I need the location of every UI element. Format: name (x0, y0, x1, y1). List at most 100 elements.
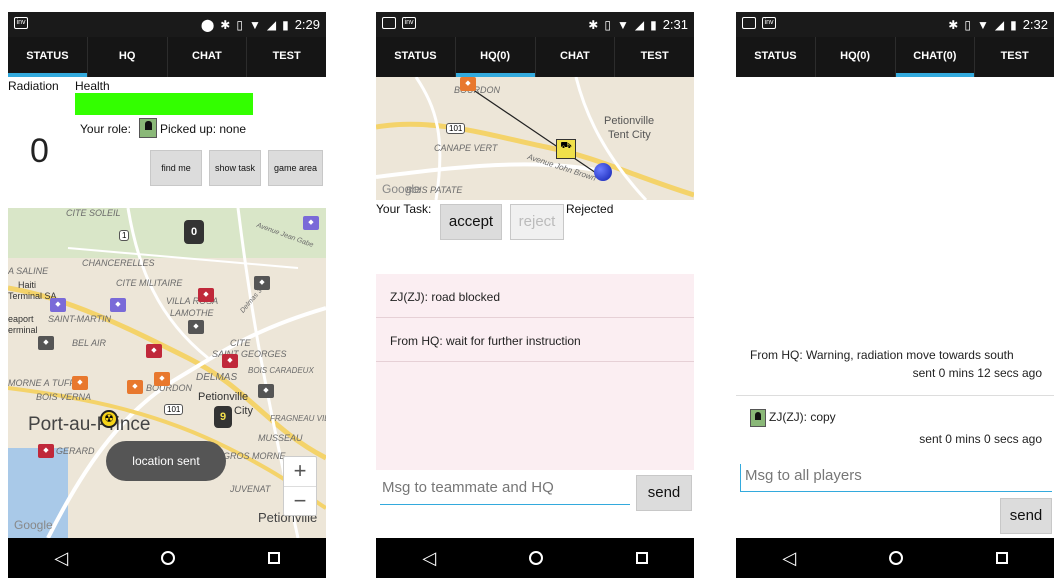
recents-icon[interactable] (995, 552, 1008, 564)
send-button[interactable]: send (636, 475, 692, 511)
tab-chat[interactable]: CHAT (168, 37, 248, 77)
find-me-button[interactable]: find me (150, 150, 202, 186)
tab-status[interactable]: STATUS (736, 37, 816, 77)
google-logo: Google (382, 182, 421, 196)
map-label: MORNE A TUFF (8, 378, 75, 388)
zoom-in-button[interactable]: + (284, 457, 316, 487)
status-screen: inv ⬤ ✱ ▯ ▼ ◢ ▮ 2:29 STATUS HQ CHAT TEST… (8, 12, 326, 578)
player-marker[interactable]: ◆ (38, 444, 54, 458)
signal-icon: ◢ (634, 17, 645, 32)
player-marker[interactable]: ◆ (72, 376, 88, 390)
toast-message: location sent (106, 441, 226, 481)
count-badge[interactable]: 9 (214, 406, 232, 428)
tab-bar: STATUS HQ(0) CHAT(0) TEST (736, 37, 1054, 77)
hq-map[interactable]: BOURDON Petionville Tent City CANAPE VER… (376, 77, 694, 200)
count-badge[interactable]: 0 (184, 220, 204, 244)
nav-bar: ◁ (8, 538, 326, 578)
route-shield: 101 (164, 404, 184, 415)
player-marker[interactable]: ◆ (303, 216, 319, 230)
player-marker[interactable]: ◆ (110, 298, 126, 312)
wifi-icon: ▼ (976, 17, 989, 32)
notification-icon: inv (14, 17, 28, 29)
task-label: Your Task: (376, 202, 432, 216)
map-label: MUSSEAU (258, 433, 303, 443)
map-label: SAINT-MARTIN (48, 314, 112, 324)
picked-up-label: Picked up: none (160, 122, 247, 136)
tab-test[interactable]: TEST (615, 37, 694, 77)
task-status: Rejected (566, 202, 614, 216)
player-marker[interactable]: ◆ (222, 354, 238, 368)
tab-chat[interactable]: CHAT(0) (895, 37, 976, 77)
tab-status[interactable]: STATUS (8, 37, 88, 77)
task-marker[interactable]: ⛟ (556, 139, 576, 159)
map-label: DELMAS (196, 372, 238, 383)
divider (736, 395, 1054, 396)
show-task-button[interactable]: show task (209, 150, 261, 186)
zoom-control: + − (283, 456, 317, 516)
game-area-button[interactable]: game area (268, 150, 323, 186)
game-map[interactable]: CITE SOLEIL CHANCERELLES A SALINE Haiti … (8, 208, 326, 538)
map-label: Petionville (198, 391, 249, 403)
tab-status[interactable]: STATUS (376, 37, 456, 77)
player-marker[interactable]: ◆ (460, 77, 476, 91)
nav-bar: ◁ (736, 538, 1054, 578)
map-label: BOIS VERNA (36, 392, 92, 402)
route-shield: 1 (119, 230, 130, 241)
bluetooth-icon: ✱ (588, 17, 599, 32)
tab-chat[interactable]: CHAT (536, 37, 616, 77)
location-icon: ⬤ (200, 17, 215, 32)
player-marker[interactable]: ◆ (198, 288, 214, 302)
recents-icon[interactable] (635, 552, 648, 564)
accept-button[interactable]: accept (440, 204, 502, 240)
message-list[interactable]: ZJ(ZJ): road blocked From HQ: wait for f… (376, 274, 694, 470)
player-marker[interactable]: ◆ (254, 276, 270, 290)
radiation-value: 0 (30, 132, 49, 170)
clock: 2:31 (662, 17, 688, 32)
player-marker[interactable]: ◆ (38, 336, 54, 350)
player-marker[interactable]: ◆ (258, 384, 274, 398)
map-label: Petionville (604, 115, 655, 127)
google-logo: Google (14, 518, 53, 532)
map-label: CITE MILITAIRE (116, 278, 183, 288)
send-button[interactable]: send (1000, 498, 1052, 534)
message-input[interactable]: Msg to teammate and HQ (380, 477, 630, 505)
screenshot-icon (742, 17, 756, 29)
recents-icon[interactable] (267, 552, 280, 564)
player-marker[interactable]: ◆ (127, 380, 143, 394)
tab-test[interactable]: TEST (975, 37, 1054, 77)
vibrate-icon: ▯ (236, 17, 243, 32)
back-icon[interactable]: ◁ (422, 548, 436, 569)
hq-screen: inv ✱ ▯ ▼ ◢ ▮ 2:31 STATUS HQ(0) CHAT TES… (376, 12, 694, 578)
map-label: GROS MORNE (223, 451, 286, 461)
tab-hq[interactable]: HQ(0) (816, 37, 896, 77)
back-icon[interactable]: ◁ (54, 548, 68, 569)
location-pin[interactable] (594, 163, 612, 181)
zoom-out-button[interactable]: − (284, 487, 316, 517)
tab-test[interactable]: TEST (247, 37, 326, 77)
tab-hq[interactable]: HQ(0) (455, 37, 536, 77)
player-marker[interactable]: ◆ (50, 298, 66, 312)
message-input[interactable]: Msg to all players (740, 464, 1052, 492)
health-bar (75, 93, 253, 115)
health-label: Health (75, 79, 110, 93)
player-marker[interactable]: ◆ (146, 344, 162, 358)
vibrate-icon: ▯ (964, 17, 971, 32)
back-icon[interactable]: ◁ (782, 548, 796, 569)
player-marker[interactable]: ◆ (188, 320, 204, 334)
player-marker[interactable]: ◆ (154, 372, 170, 386)
map-label: JUVENAT (230, 484, 271, 494)
notification-icon: inv (402, 17, 416, 29)
map-label: City (234, 405, 253, 417)
bluetooth-icon: ✱ (948, 17, 959, 32)
radiation-label: Radiation (8, 79, 59, 93)
home-icon[interactable] (528, 551, 543, 565)
list-item: From HQ: wait for further instruction (376, 318, 694, 362)
home-icon[interactable] (160, 551, 175, 565)
home-icon[interactable] (888, 551, 903, 565)
reject-button[interactable]: reject (510, 204, 564, 240)
tab-hq[interactable]: HQ (88, 37, 168, 77)
bluetooth-icon: ✱ (220, 17, 231, 32)
clock: 2:29 (294, 17, 320, 32)
radiation-icon[interactable]: ☢ (100, 410, 118, 428)
notification-icon: inv (762, 17, 776, 29)
